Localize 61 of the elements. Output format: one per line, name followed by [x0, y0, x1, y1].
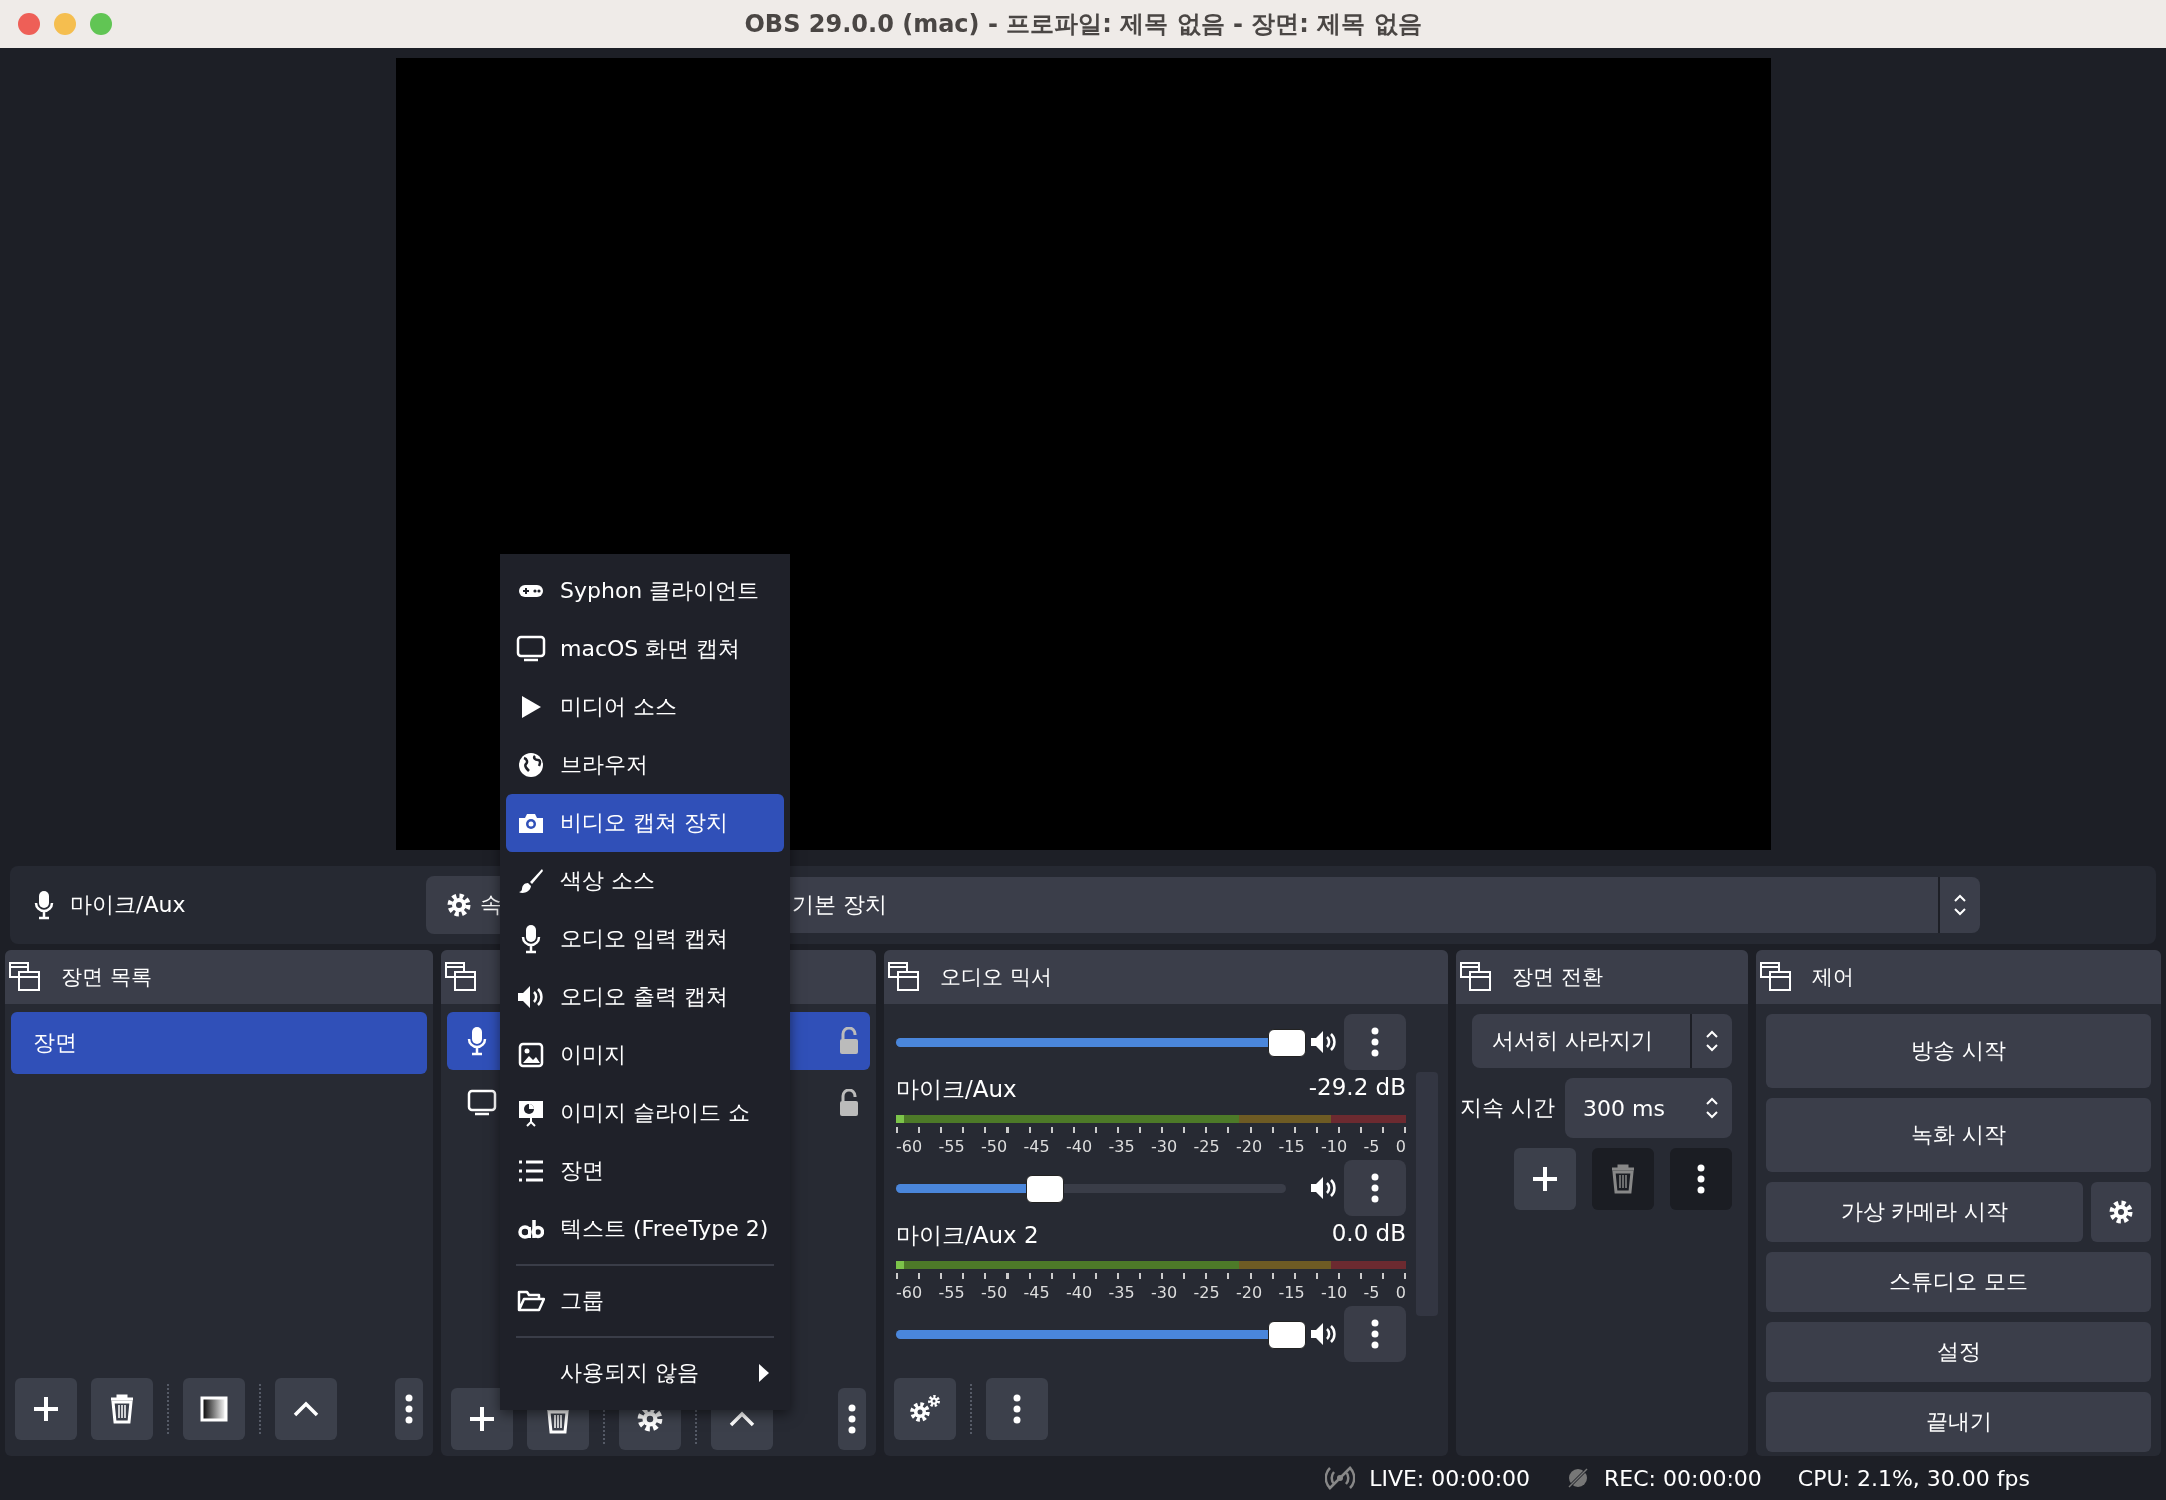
- menu-item[interactable]: 사용되지 않음: [506, 1344, 784, 1402]
- control-button[interactable]: 설정: [1766, 1322, 2151, 1382]
- source-name: 마이크/Aux: [70, 891, 187, 919]
- dock-title: 장면 목록: [61, 964, 152, 991]
- menu-item[interactable]: 장면: [506, 1142, 784, 1200]
- scale-label: -15: [1278, 1137, 1305, 1156]
- window-title: OBS 29.0.0 (mac) - 프로파일: 제목 없음 - 장면: 제목 없음: [744, 9, 1422, 40]
- menu-item[interactable]: 비디오 캡쳐 장치: [506, 794, 784, 852]
- scale-label: -25: [1193, 1283, 1220, 1302]
- channel-name: 마이크/Aux: [896, 1075, 1017, 1104]
- menu-item[interactable]: 브라우저: [506, 736, 784, 794]
- channel-name: 마이크/Aux 2: [896, 1221, 1039, 1250]
- duration-field[interactable]: 300 ms: [1565, 1078, 1732, 1138]
- scale-label: -45: [1023, 1137, 1050, 1156]
- dock-title: 제어: [1812, 964, 1854, 991]
- duration-label: 지속 시간: [1460, 1094, 1555, 1122]
- volume-reading: -29.2 dB: [1308, 1074, 1406, 1102]
- scale-label: -30: [1151, 1283, 1178, 1302]
- menu-item[interactable]: 이미지: [506, 1026, 784, 1084]
- menu-item[interactable]: 그룹: [506, 1272, 784, 1330]
- scale-label: -25: [1193, 1137, 1220, 1156]
- scale-label: -20: [1236, 1137, 1263, 1156]
- menu-item[interactable]: 이미지 슬라이드 쇼: [506, 1084, 784, 1142]
- menu-item[interactable]: 미디어 소스: [506, 678, 784, 736]
- scale-label: -35: [1108, 1137, 1135, 1156]
- scale-label: -20: [1236, 1283, 1263, 1302]
- scale-label: 0: [1395, 1137, 1406, 1156]
- control-button[interactable]: 끝내기: [1766, 1392, 2151, 1452]
- scale-label: -15: [1278, 1283, 1305, 1302]
- scale-label: -55: [938, 1137, 965, 1156]
- scale-label: -5: [1363, 1283, 1380, 1302]
- live-timer: LIVE: 00:00:00: [1369, 1465, 1531, 1491]
- control-button[interactable]: 가상 카메라 시작: [1766, 1182, 2083, 1242]
- scale-label: -55: [938, 1283, 965, 1302]
- control-button[interactable]: 방송 시작: [1766, 1014, 2151, 1088]
- dock-title: 장면 전환: [1512, 964, 1603, 991]
- control-button[interactable]: 녹화 시작: [1766, 1098, 2151, 1172]
- menu-item[interactable]: macOS 화면 캡쳐: [506, 620, 784, 678]
- dock-title: 오디오 믹서: [940, 964, 1052, 991]
- scene-item[interactable]: 장면: [11, 1012, 427, 1074]
- menu-item[interactable]: Syphon 클라이언트: [506, 562, 784, 620]
- scale-label: -50: [981, 1137, 1008, 1156]
- transition-select[interactable]: 서서히 사라지기: [1472, 1014, 1732, 1068]
- scale-label: -10: [1321, 1137, 1348, 1156]
- cpu-usage: CPU: 2.1%, 30.00 fps: [1797, 1465, 2030, 1491]
- scale-label: -60: [896, 1137, 923, 1156]
- scale-label: -30: [1151, 1137, 1178, 1156]
- scale-label: -35: [1108, 1283, 1135, 1302]
- scale-label: -40: [1066, 1137, 1093, 1156]
- scale-label: -5: [1363, 1137, 1380, 1156]
- scale-label: -40: [1066, 1283, 1093, 1302]
- scale-label: -60: [896, 1283, 923, 1302]
- scale-label: -50: [981, 1283, 1008, 1302]
- scale-label: -45: [1023, 1283, 1050, 1302]
- scale-label: 0: [1395, 1283, 1406, 1302]
- volume-reading: 0.0 dB: [1331, 1220, 1406, 1248]
- scale-label: -10: [1321, 1283, 1348, 1302]
- menu-item[interactable]: 오디오 출력 캡쳐: [506, 968, 784, 1026]
- menu-item[interactable]: 텍스트 (FreeType 2): [506, 1200, 784, 1258]
- rec-timer: REC: 00:00:00: [1604, 1465, 1762, 1491]
- control-button[interactable]: 스튜디오 모드: [1766, 1252, 2151, 1312]
